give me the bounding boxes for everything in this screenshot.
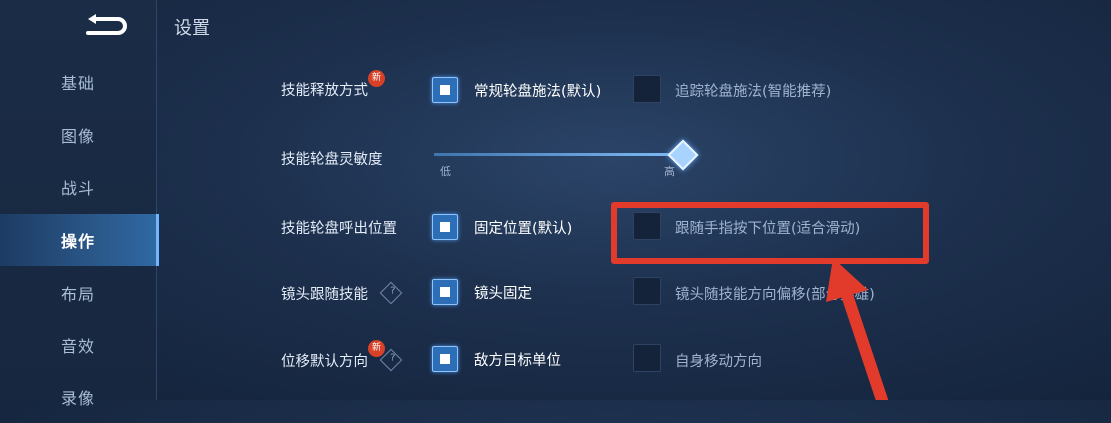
- annotation-arrow-icon: [826, 258, 888, 400]
